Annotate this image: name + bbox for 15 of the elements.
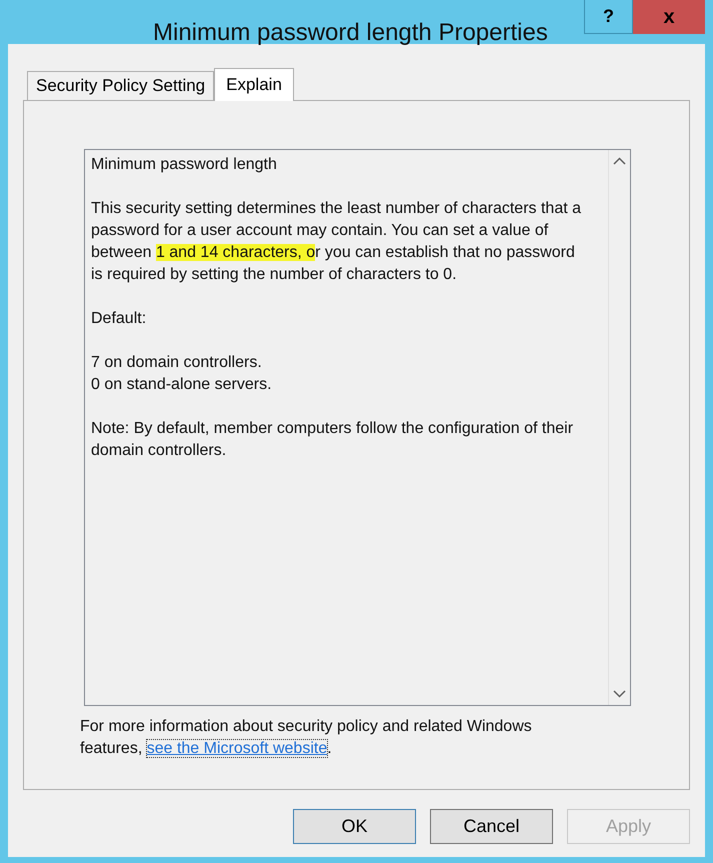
window-title: Minimum password length Properties: [153, 18, 548, 48]
footer-text: For more information about security policy and related Windows features, see the Microsoft website.: [80, 717, 533, 759]
explain-line: 0 on stand-alone servers.: [91, 375, 273, 395]
explain-paragraph: Minimum password length: [91, 155, 278, 175]
explain-paragraph: This security setting determines the least number of characters that a password for a user account may contain. You can set a value of between 1 and 14 characters, or you can establish that no password is required by setting the number of characters to 0.: [91, 199, 582, 285]
tab[interactable]: Explain: [214, 68, 294, 101]
explain-line: 7 on domain controllers.: [91, 353, 263, 373]
tab[interactable]: Security Policy Setting: [27, 71, 214, 100]
help-button[interactable]: ?: [584, 0, 633, 34]
explain-paragraph: Note: By default, member computers follow the configuration of their domain controllers.: [91, 419, 574, 461]
explain-paragraph: Default:: [91, 309, 148, 329]
microsoft-website-link[interactable]: see the Microsoft website: [146, 740, 328, 757]
dialog-button[interactable]: OK: [293, 809, 416, 844]
close-button[interactable]: x: [633, 0, 705, 34]
dialog-button[interactable]: Cancel: [430, 809, 553, 844]
